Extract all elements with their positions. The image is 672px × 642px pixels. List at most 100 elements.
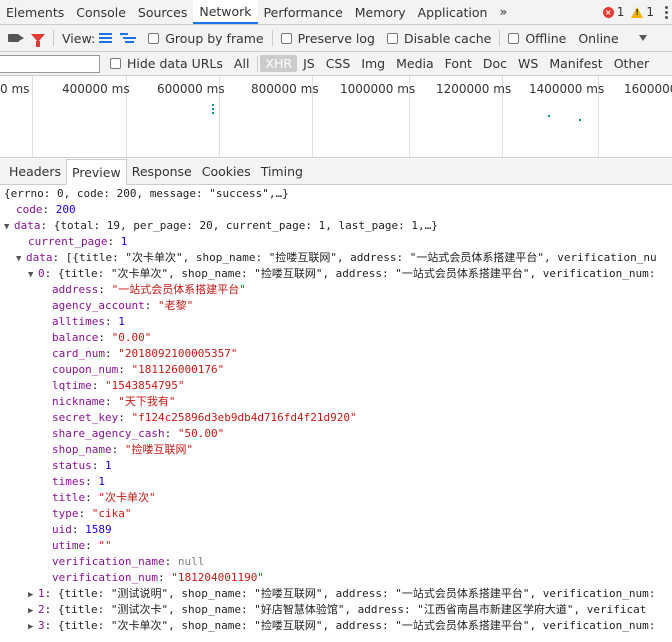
json-value: "cika" (91, 507, 132, 520)
filter-type-xhr[interactable]: XHR (260, 55, 298, 72)
json-value: "2018092100005357" (118, 347, 238, 360)
filter-type-doc[interactable]: Doc (478, 55, 512, 72)
filter-type-img[interactable]: Img (356, 55, 390, 72)
kebab-menu-icon[interactable] (665, 5, 668, 19)
tab-cookies[interactable]: Cookies (197, 159, 256, 184)
filter-icon[interactable] (31, 34, 45, 47)
json-key: secret_key (52, 411, 119, 424)
throttling-select[interactable]: Online (578, 31, 647, 46)
json-value: "181204001190" (171, 571, 264, 584)
filter-type-css[interactable]: CSS (321, 55, 356, 72)
tab-application[interactable]: Application (412, 0, 494, 24)
expand-arrow-icon[interactable]: ▶ (28, 603, 38, 619)
checkbox[interactable] (110, 58, 121, 69)
json-row: shop_name: "捡喽互联网" (52, 443, 194, 456)
filter-input[interactable] (0, 54, 100, 73)
json-key: shop_name (52, 443, 112, 456)
json-row: nickname: "天下我有" (52, 395, 176, 408)
filter-type-ws[interactable]: WS (513, 55, 543, 72)
list-view-icon[interactable] (99, 33, 113, 43)
json-value: "181126000176" (131, 363, 225, 376)
json-value: "f124c25896d3eb9db4d716fd4f21d920" (131, 411, 357, 424)
tab-sources[interactable]: Sources (132, 0, 193, 24)
json-key: balance (52, 331, 99, 344)
screenshot-icon[interactable] (8, 34, 24, 42)
checkbox[interactable] (148, 32, 160, 44)
filter-type-media[interactable]: Media (391, 55, 439, 72)
request-marker (212, 108, 214, 110)
json-key: 2 (38, 603, 45, 616)
expand-arrow-icon[interactable]: ▶ (28, 587, 38, 603)
tick-label: 1600000 (624, 82, 672, 96)
checkbox[interactable] (386, 32, 398, 44)
request-marker (212, 104, 214, 106)
collapsed-items: ▶ 1: {title: "测试说明", shop_name: "捡喽互联网", … (0, 586, 672, 634)
network-overview[interactable]: 0 ms 400000 ms 600000 ms 800000 ms 10000… (0, 76, 672, 158)
tick-label: 800000 ms (251, 82, 319, 96)
filter-type-font[interactable]: Font (440, 55, 477, 72)
tab-headers[interactable]: Headers (4, 159, 66, 184)
view-label: View: (62, 30, 96, 46)
json-summary: [{title: "次卡单次", shop_name: "捡喽互联网", add… (65, 251, 657, 264)
json-row[interactable]: ▶ 1: {title: "测试说明", shop_name: "捡喽互联网", … (0, 586, 672, 602)
disable-cache-checkbox[interactable]: Disable cache (386, 31, 491, 46)
json-key: address (52, 283, 99, 296)
gridline (32, 76, 33, 157)
filter-type-js[interactable]: JS (298, 55, 320, 72)
expand-arrow-icon[interactable]: ▼ (4, 219, 14, 235)
tab-response[interactable]: Response (127, 159, 197, 184)
json-row: times: 1 (52, 475, 105, 488)
json-key: 3 (38, 619, 45, 632)
offline-checkbox[interactable]: Offline (508, 31, 566, 46)
preserve-log-label: Preserve log (297, 30, 375, 46)
json-key: card_num (52, 347, 105, 360)
tab-memory[interactable]: Memory (349, 0, 412, 24)
json-value: "" (98, 539, 112, 552)
json-summary: {title: "次卡单次", shop_name: "捡喽互联网", addr… (57, 619, 656, 632)
status-counters[interactable]: × 1 1 (602, 0, 672, 24)
json-row[interactable]: ▶ 3: {title: "次卡单次", shop_name: "捡喽互联网", … (0, 618, 672, 634)
checkbox[interactable] (508, 32, 520, 44)
filter-type-manifest[interactable]: Manifest (544, 55, 607, 72)
json-row[interactable]: ▼ 0: {title: "次卡单次", shop_name: "捡喽互联网", … (0, 266, 672, 282)
tab-performance[interactable]: Performance (258, 0, 349, 24)
expand-arrow-icon[interactable]: ▼ (28, 267, 38, 283)
json-value: 1 (118, 315, 125, 328)
json-row[interactable]: ▼ data: {total: 19, per_page: 20, current… (0, 218, 672, 234)
preserve-log-checkbox[interactable]: Preserve log (280, 30, 375, 46)
filter-type-all[interactable]: All (229, 55, 255, 72)
tab-network[interactable]: Network (193, 0, 258, 24)
json-root[interactable]: {errno: 0, code: 200, message: "success"… (0, 186, 672, 202)
tab-elements[interactable]: Elements (0, 0, 70, 24)
offline-label: Offline (525, 30, 567, 46)
checkbox[interactable] (280, 32, 292, 44)
more-tabs-button[interactable]: » (493, 0, 513, 24)
tab-console[interactable]: Console (70, 0, 132, 24)
json-row: lqtime: "1543854795" (52, 379, 185, 392)
json-value: 1 (98, 475, 105, 488)
json-key: status (52, 459, 92, 472)
filter-type-other[interactable]: Other (609, 55, 655, 72)
tick-label: 1400000 ms (529, 82, 605, 96)
devtools-tabbar: Elements Console Sources Network Perform… (0, 0, 672, 25)
json-row: current_page: 1 (28, 235, 128, 248)
expand-arrow-icon[interactable]: ▼ (16, 251, 26, 267)
request-marker (579, 119, 581, 121)
hide-data-urls-checkbox[interactable]: Hide data URLs (110, 56, 223, 71)
group-by-frame-label: Group by frame (165, 30, 264, 46)
json-value: 1589 (85, 523, 112, 536)
waterfall-view-icon[interactable] (120, 33, 137, 43)
json-row: coupon_num: "181126000176" (52, 363, 225, 376)
divider (271, 30, 273, 46)
json-value: null (177, 555, 205, 568)
json-row[interactable]: ▶ 2: {title: "测试次卡", shop_name: "好店智慧体验馆"… (0, 602, 672, 618)
request-marker (212, 112, 214, 114)
json-row[interactable]: ▼ data: [{title: "次卡单次", shop_name: "捡喽互联… (0, 250, 672, 266)
json-key: data (14, 219, 41, 232)
group-by-frame-checkbox[interactable]: Group by frame (148, 30, 264, 46)
tab-timing[interactable]: Timing (256, 159, 308, 184)
json-row: verification_num: "181204001190" (52, 571, 264, 584)
json-row: secret_key: "f124c25896d3eb9db4d716fd4f2… (52, 411, 357, 424)
expand-arrow-icon[interactable]: ▶ (28, 619, 38, 635)
tab-preview[interactable]: Preview (66, 159, 127, 185)
